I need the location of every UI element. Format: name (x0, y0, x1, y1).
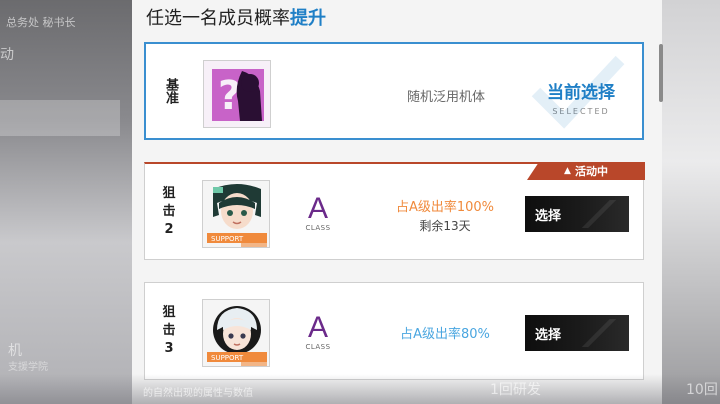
background-text: 动 (0, 47, 14, 63)
member-select-panel: 任选一名成员概率提升 基准 ? 随机泛用机体 当前选择 SELECTED ▲ 活… (132, 0, 663, 404)
background-right (660, 0, 720, 404)
option-card-sniper-3[interactable]: 狙 击 3 SUPPORT A CLASS 占A级出率80% 选择 (144, 282, 644, 380)
button-decoration (577, 200, 621, 228)
option-card-sniper-2[interactable]: ▲ 活动中 狙 击 2 SUPPORT A CLASS 占A级出率100% 剩余… (144, 162, 645, 260)
up-arrow-icon: ▲ (564, 166, 571, 176)
background-text: 总务处 秘书长 (6, 16, 76, 29)
background-text: 1回研发 (490, 382, 541, 398)
class-letter: A (307, 311, 328, 344)
tier-label: 狙 击 2 (159, 164, 179, 259)
event-badge-label: 活动中 (574, 165, 608, 178)
class-mark: A CLASS (303, 192, 333, 233)
tier-text: 击 (162, 323, 176, 338)
background-text: 的自然出现的属性与数值 (143, 388, 253, 399)
svg-text:SUPPORT: SUPPORT (211, 354, 244, 362)
tier-number: 2 (164, 221, 174, 237)
tier-text: 狙 (162, 305, 176, 320)
background-text: 10回 (686, 382, 718, 398)
title-text: 任选一名成员概率 (146, 8, 290, 29)
member-avatar: SUPPORT (202, 299, 270, 367)
background-text: 支援学院 (8, 362, 48, 373)
member-portrait: SUPPORT (203, 300, 269, 366)
random-unit-icon: ? (204, 61, 270, 127)
current-selection: 当前选择 SELECTED (526, 55, 636, 129)
rate-text: 占A级出率80% (400, 327, 490, 342)
svg-text:SUPPORT: SUPPORT (211, 235, 244, 243)
select-button-label: 选择 (535, 327, 562, 343)
panel-title: 任选一名成员概率提升 (146, 4, 326, 30)
tier-text: 基准 (163, 78, 178, 104)
background-block (0, 100, 120, 136)
rate-text: 占A级出率100% (395, 200, 495, 215)
random-unit-avatar: ? (203, 60, 271, 128)
background-text: 机 (8, 343, 22, 359)
title-highlight: 提升 (290, 8, 326, 29)
tier-label: 狙 击 3 (159, 283, 179, 379)
check-icon (531, 55, 625, 129)
option-card-baseline[interactable]: 基准 ? 随机泛用机体 当前选择 SELECTED (144, 42, 644, 140)
remaining-days: 剩余13天 (419, 219, 471, 233)
select-button[interactable]: 选择 (525, 315, 629, 351)
event-badge: ▲ 活动中 (527, 162, 645, 180)
member-portrait: SUPPORT (203, 181, 269, 247)
rate-info: 占A级出率100% 剩余13天 (365, 196, 525, 234)
tier-text: 狙 (162, 185, 176, 201)
tier-label: 基准 (160, 44, 180, 138)
class-label: CLASS (305, 224, 331, 232)
class-letter: A (307, 192, 328, 225)
member-avatar: SUPPORT (202, 180, 270, 248)
tier-number: 3 (164, 341, 174, 356)
scrollbar[interactable] (659, 44, 663, 102)
baseline-description: 随机泛用机体 (406, 90, 485, 105)
rate-info: 占A级出率80% (365, 323, 525, 342)
class-mark: A CLASS (303, 311, 333, 352)
background-left: 总务处 秘书长 动 机 支援学院 (0, 0, 140, 404)
background-bottom: 的自然出现的属性与数值 1回研发 10回 (0, 374, 720, 404)
select-button[interactable]: 选择 (525, 196, 629, 232)
class-label: CLASS (305, 343, 331, 351)
tier-text: 击 (162, 203, 176, 219)
select-button-label: 选择 (535, 208, 562, 224)
button-decoration (577, 319, 621, 347)
